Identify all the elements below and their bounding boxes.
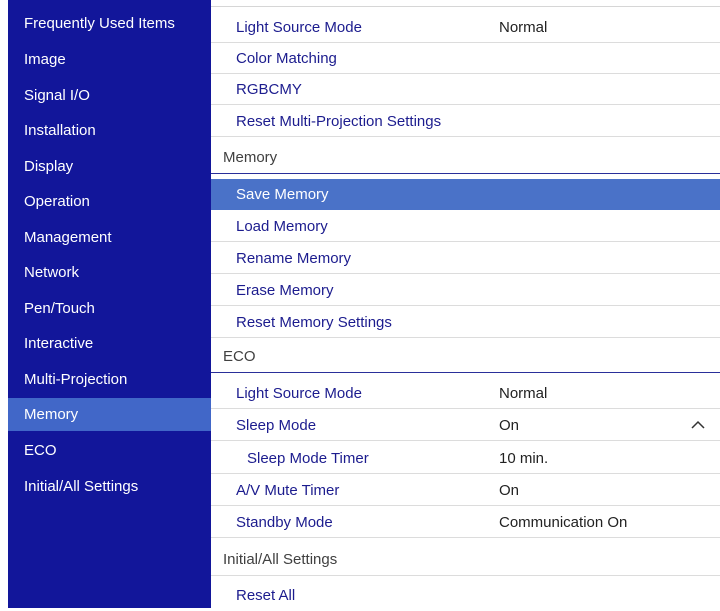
sidebar-item-image[interactable]: Image <box>8 43 211 76</box>
row-label: Reset Memory Settings <box>236 314 392 331</box>
row-label: Light Source Mode <box>236 19 362 36</box>
rgbcmy-row[interactable]: RGBCMY <box>211 74 720 105</box>
row-value: 10 min. <box>499 450 549 467</box>
sidebar-item-display[interactable]: Display <box>8 150 211 183</box>
sidebar: Frequently Used Items Image Signal I/O I… <box>8 0 211 608</box>
erase-memory-row[interactable]: Erase Memory <box>211 275 720 306</box>
color-matching-row[interactable]: Color Matching <box>211 43 720 74</box>
sidebar-item-multi-projection[interactable]: Multi-Projection <box>8 363 211 396</box>
settings-list: Light Source Mode Normal Color Matching … <box>211 0 720 608</box>
reset-all-row[interactable]: Reset All <box>211 580 720 611</box>
sidebar-item-interactive[interactable]: Interactive <box>8 327 211 360</box>
sidebar-item-eco[interactable]: ECO <box>8 434 211 467</box>
load-memory-row[interactable]: Load Memory <box>211 211 720 242</box>
chevron-up-icon[interactable] <box>690 418 706 432</box>
sidebar-item-frequently-used-items[interactable]: Frequently Used Items <box>8 7 211 40</box>
row-label: Save Memory <box>236 186 329 203</box>
row-value: On <box>499 482 520 499</box>
row-value: Communication On <box>499 514 628 531</box>
row-label: Erase Memory <box>236 282 334 299</box>
sidebar-item-management[interactable]: Management <box>8 221 211 254</box>
row-label: Reset All <box>236 587 296 604</box>
sidebar-item-signal-io[interactable]: Signal I/O <box>8 79 211 112</box>
row-value: Normal <box>499 385 548 402</box>
sidebar-item-network[interactable]: Network <box>8 256 211 289</box>
reset-multi-projection-row[interactable]: Reset Multi-Projection Settings <box>211 106 720 137</box>
row-label: Light Source Mode <box>236 385 362 402</box>
rename-memory-row[interactable]: Rename Memory <box>211 243 720 274</box>
section-header-initial-all-settings: Initial/All Settings <box>211 543 720 576</box>
row-label: Sleep Mode <box>236 417 317 434</box>
divider <box>211 6 720 7</box>
sidebar-item-operation[interactable]: Operation <box>8 185 211 218</box>
row-value: On <box>499 417 520 434</box>
row-label: A/V Mute Timer <box>236 482 340 499</box>
reset-memory-settings-row[interactable]: Reset Memory Settings <box>211 307 720 338</box>
eco-light-source-mode-row[interactable]: Light Source Mode Normal <box>211 378 720 409</box>
sleep-mode-timer-row[interactable]: Sleep Mode Timer 10 min. <box>211 443 720 474</box>
sidebar-item-initial-all-settings[interactable]: Initial/All Settings <box>8 470 211 503</box>
row-label: Load Memory <box>236 218 328 235</box>
section-header-memory: Memory <box>211 141 720 174</box>
section-header-eco: ECO <box>211 340 720 373</box>
row-label: Reset Multi-Projection Settings <box>236 113 442 130</box>
row-label: Color Matching <box>236 50 337 67</box>
row-label: Standby Mode <box>236 514 333 531</box>
standby-mode-row[interactable]: Standby Mode Communication On <box>211 507 720 538</box>
save-memory-row[interactable]: Save Memory <box>211 179 720 210</box>
row-label: Rename Memory <box>236 250 352 267</box>
row-label: RGBCMY <box>236 81 302 98</box>
sleep-mode-row[interactable]: Sleep Mode On <box>211 410 720 441</box>
sidebar-item-memory[interactable]: Memory <box>8 398 211 431</box>
sidebar-item-pen-touch[interactable]: Pen/Touch <box>8 292 211 325</box>
projector-menu: Frequently Used Items Image Signal I/O I… <box>0 0 720 608</box>
sidebar-item-installation[interactable]: Installation <box>8 114 211 147</box>
light-source-mode-row[interactable]: Light Source Mode Normal <box>211 12 720 43</box>
row-value: Normal <box>499 19 548 36</box>
av-mute-timer-row[interactable]: A/V Mute Timer On <box>211 475 720 506</box>
row-label: Sleep Mode Timer <box>247 450 369 467</box>
